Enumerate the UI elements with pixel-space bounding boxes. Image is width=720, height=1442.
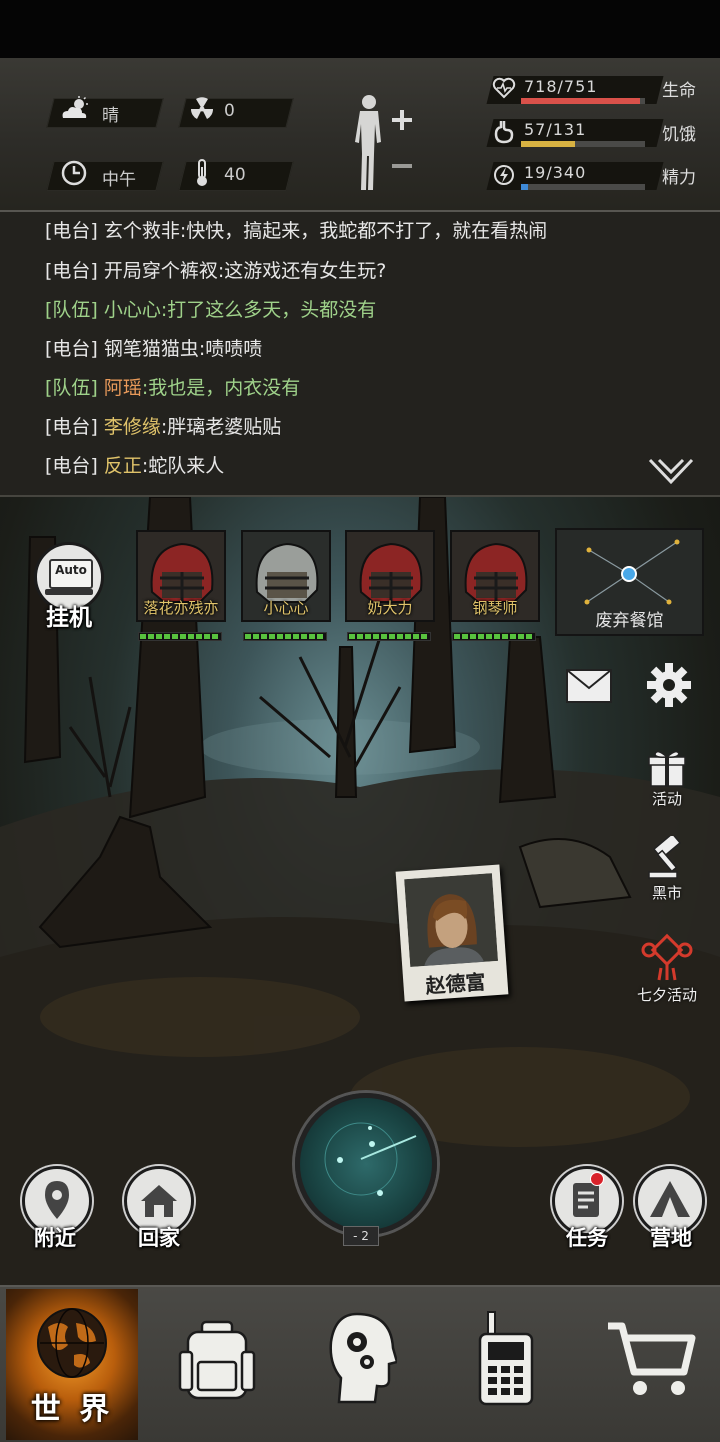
party-member-portrait[interactable]: 奶大力 [345, 530, 435, 622]
location-map-icon [584, 539, 680, 605]
nav-world-label: 世 界 [30, 1392, 114, 1427]
nearby-button[interactable]: 附近 [16, 1166, 96, 1256]
knot-icon [641, 933, 693, 981]
tasks-button[interactable]: 任务 [548, 1166, 628, 1256]
camp-button[interactable]: 营地 [632, 1166, 712, 1256]
clock-icon [61, 160, 87, 186]
location-card[interactable]: 废弃餐馆 [555, 528, 704, 636]
time-value: 中午 [102, 170, 136, 190]
tasks-notification-dot [590, 1172, 604, 1186]
nearby-label: 附近 [34, 1226, 76, 1250]
temperature-value: 40 [224, 165, 246, 185]
hunger-value: 57/131 [524, 120, 587, 139]
party-member-hp-bar [452, 632, 536, 641]
thermometer-icon [197, 159, 207, 186]
qixi-event-label: 七夕活动 [636, 986, 697, 1004]
weather-value: 晴 [102, 106, 119, 126]
party-member-name: 小心心 [263, 599, 309, 617]
cart-icon[interactable] [606, 1320, 696, 1400]
radar-level: - 2 [343, 1226, 379, 1246]
backpack-icon[interactable] [178, 1318, 256, 1404]
home-button[interactable]: 回家 [120, 1166, 200, 1256]
weather-icon [62, 96, 88, 118]
party-member-hp-bar [347, 632, 431, 641]
hunger-bar [521, 141, 645, 147]
activity-button[interactable]: 活动 [627, 748, 707, 812]
party-member-portrait[interactable]: 落花亦残亦 [136, 530, 226, 622]
hunger-label: 饥饿 [662, 125, 696, 145]
head-gears-icon[interactable] [327, 1312, 397, 1404]
radar-screen [324, 1122, 417, 1196]
home-label: 回家 [138, 1226, 180, 1250]
health-label: 生命 [662, 81, 696, 101]
chat-message: [电台] 玄个救非:快快，搞起来，我蛇都不打了，就在看热闹 [45, 220, 548, 242]
chat-panel[interactable]: [电台] 玄个救非:快快，搞起来，我蛇都不打了，就在看热闹 [电台] 开局穿个裤… [0, 212, 720, 497]
auto-idle-button[interactable]: Auto 挂机 [32, 542, 104, 632]
party-member-hp-bar [243, 632, 327, 641]
chat-message: [队伍] 小心心:打了这么多天，头都没有 [45, 299, 377, 321]
energy-value: 19/340 [524, 163, 587, 182]
body-status-icon[interactable] [345, 94, 417, 194]
heart-icon [492, 77, 516, 99]
npc-name: 赵德富 [424, 969, 487, 998]
chat-message: [队伍] 阿瑶:我也是，内衣没有 [45, 377, 301, 399]
energy-label: 精力 [662, 168, 696, 188]
chat-message: [电台] 开局穿个裤衩:这游戏还有女生玩? [45, 260, 387, 282]
health-value: 718/751 [524, 77, 598, 96]
energy-bar [521, 184, 645, 190]
npc-card[interactable]: 赵德富 [395, 864, 509, 1002]
auto-label: 挂机 [46, 605, 92, 631]
chat-message: [电台] 反正:蛇队来人 [45, 455, 225, 477]
radiation-icon [190, 97, 214, 119]
party-member-name: 奶大力 [367, 599, 413, 617]
party-member-portrait[interactable]: 小心心 [241, 530, 331, 622]
activity-label: 活动 [651, 790, 682, 808]
location-name: 废弃餐馆 [595, 611, 664, 631]
radar-button[interactable] [295, 1093, 437, 1235]
party-member-name: 钢琴师 [472, 599, 518, 617]
party-member-portrait[interactable]: 钢琴师 [450, 530, 540, 622]
tasks-label: 任务 [566, 1226, 608, 1250]
status-strip [0, 0, 720, 58]
health-bar [521, 98, 645, 104]
black-market-label: 黑市 [651, 884, 682, 902]
walkie-talkie-icon[interactable] [476, 1310, 536, 1406]
chat-message: [电台] 李修缘:胖璃老婆贴贴 [45, 416, 282, 438]
party-member-name: 落花亦残亦 [143, 599, 219, 617]
chat-message: [电台] 钢笔猫猫虫:啧啧啧 [45, 338, 263, 360]
chevron-down-icon[interactable] [648, 458, 694, 486]
gift-icon [648, 750, 686, 787]
gear-icon[interactable] [646, 662, 692, 708]
mail-icon[interactable] [565, 668, 613, 704]
energy-icon [494, 165, 514, 185]
qixi-event-button[interactable]: 七夕活动 [627, 932, 707, 1006]
npc-portrait [404, 873, 499, 967]
radiation-value: 0 [224, 101, 235, 121]
party-member-hp-bar [138, 632, 222, 641]
globe-icon [37, 1308, 107, 1378]
black-market-button[interactable]: 黑市 [627, 836, 707, 906]
camp-label: 营地 [650, 1226, 692, 1250]
hammer-icon [648, 836, 682, 879]
stomach-icon [494, 121, 514, 144]
